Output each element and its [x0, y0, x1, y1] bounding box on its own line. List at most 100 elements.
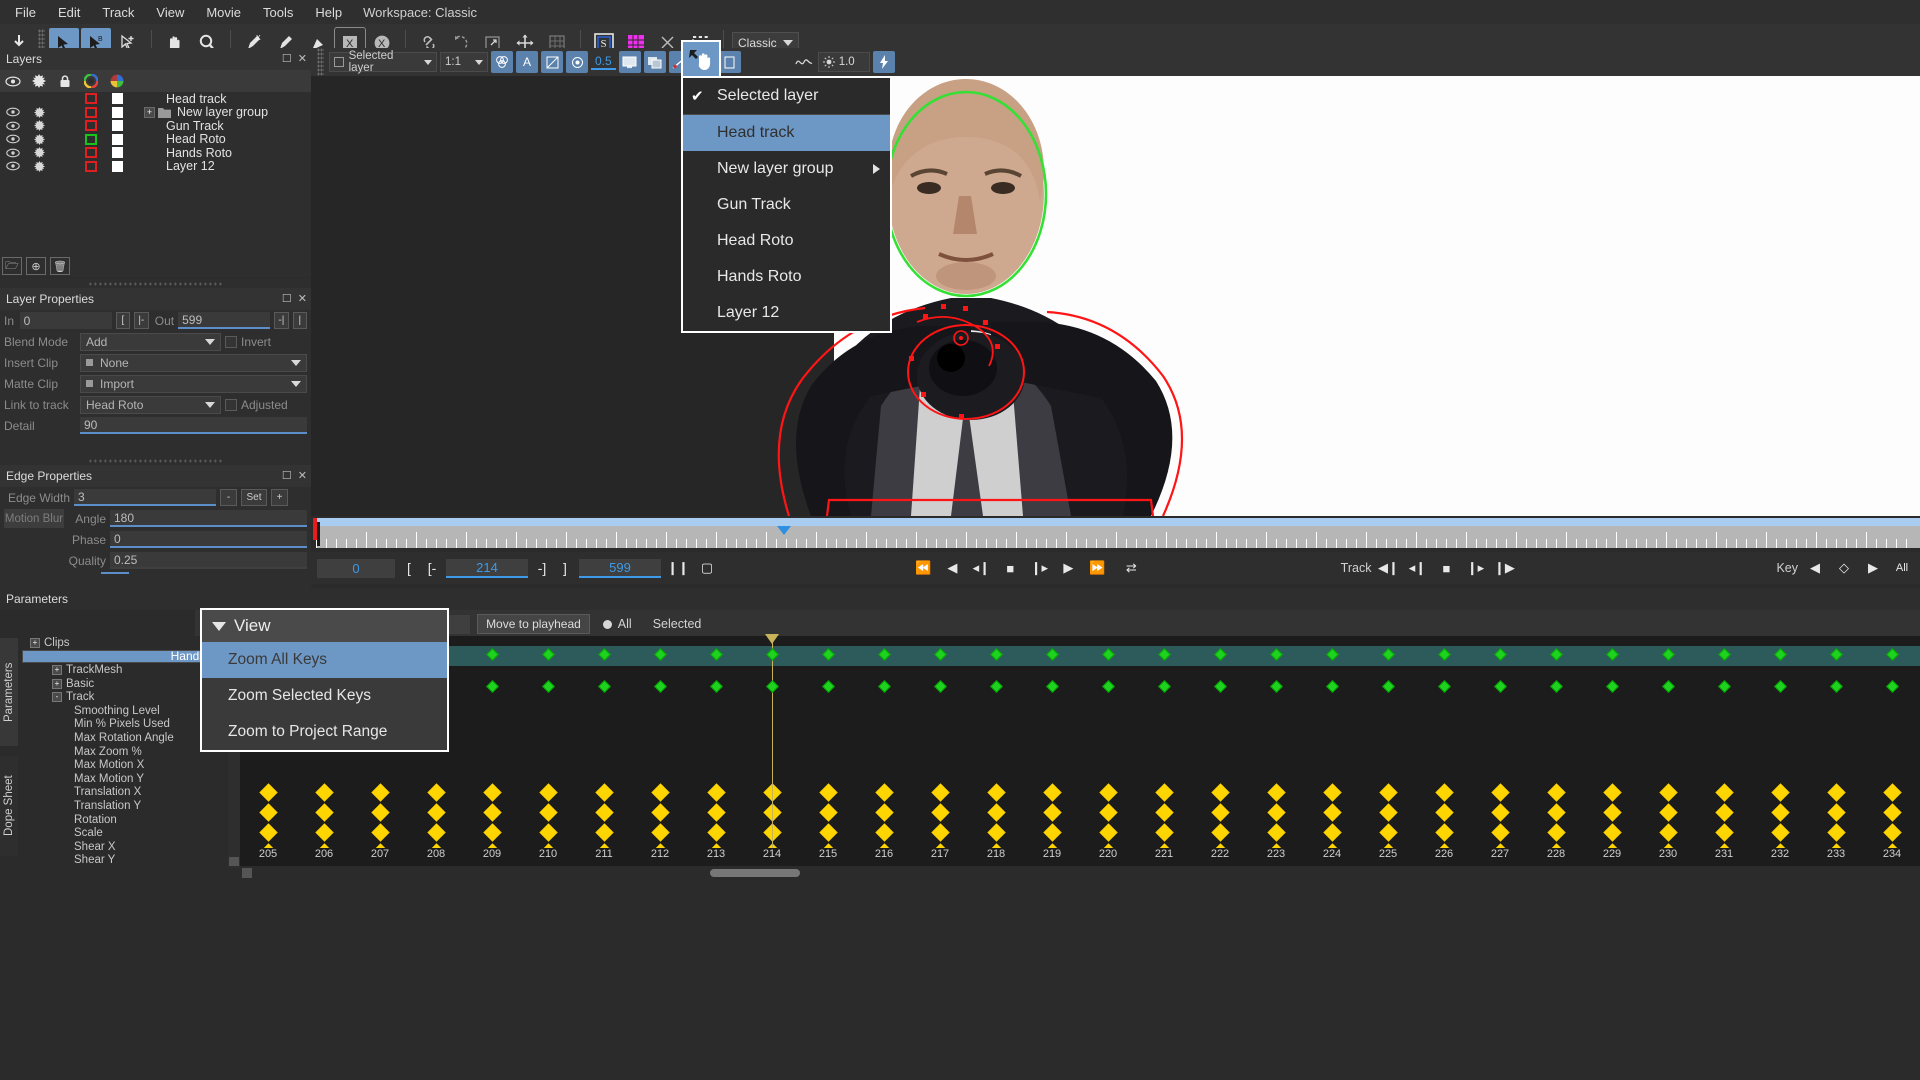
set-in-icon[interactable]: [ [115, 312, 131, 329]
track-back-icon[interactable]: ◀❙ [1376, 557, 1400, 579]
tree-row[interactable]: Scale [22, 826, 240, 840]
keyframe-diamond-yellow[interactable] [1154, 783, 1174, 802]
keyframe-diamond-yellow[interactable] [370, 803, 390, 822]
in-field[interactable]: 0 [19, 312, 112, 329]
scroll-left-arrow-icon[interactable] [242, 868, 252, 878]
stop-icon[interactable]: ■ [998, 557, 1022, 579]
layer-row[interactable]: Head track [0, 92, 311, 106]
track-step-back-icon[interactable]: ◂❙ [1405, 557, 1429, 579]
range-out-icon[interactable]: ▢ [695, 557, 719, 579]
keyframe-diamond-yellow[interactable] [538, 803, 558, 822]
step-back-icon[interactable]: ◂❙ [969, 557, 993, 579]
dope-horizontal-scrollbar[interactable] [240, 866, 1920, 880]
new-group-icon[interactable]: 🗁 [2, 257, 22, 275]
keyframe-diamond-yellow[interactable] [1210, 803, 1230, 822]
keyframe-diamond-yellow[interactable] [1378, 803, 1398, 822]
new-layer-icon[interactable]: ⊕ [26, 257, 46, 275]
keyframe-diamond-yellow[interactable] [258, 823, 278, 842]
keyframe-diamond-yellow[interactable] [1602, 803, 1622, 822]
keyframe-diamond-yellow[interactable] [314, 783, 334, 802]
keyframe-diamond-yellow[interactable] [874, 783, 894, 802]
tree-toggle-icon[interactable]: + [52, 678, 62, 689]
keyframe-diamond-yellow[interactable] [1826, 823, 1846, 842]
layer-dropdown-menu[interactable]: ✔ Selected layer Head track New layer gr… [681, 76, 892, 333]
field-icon[interactable] [718, 51, 741, 73]
phase-field[interactable]: 0 [110, 531, 307, 548]
layer-color-swatch[interactable] [78, 133, 104, 145]
keyframe-diamond-yellow[interactable] [1210, 783, 1230, 802]
pan-hand-icon[interactable] [681, 40, 721, 78]
last-frame-icon[interactable]: ⏩ [1085, 557, 1109, 579]
menu-item-zoom-selected-keys[interactable]: Zoom Selected Keys [202, 678, 447, 714]
keyframe-diamond-yellow[interactable] [1546, 823, 1566, 842]
detail-field[interactable]: 90 [80, 417, 307, 434]
decrement-icon[interactable]: - [220, 489, 237, 506]
menu-item-file[interactable]: File [4, 2, 47, 23]
lightning-icon[interactable] [872, 51, 895, 73]
keyframe-diamond-yellow[interactable] [314, 803, 334, 822]
set-out-alt-icon[interactable]: | [292, 312, 308, 329]
keyframe-diamond-yellow[interactable] [706, 783, 726, 802]
keyframe-diamond-yellow[interactable] [1322, 803, 1342, 822]
menu-item-gun-track[interactable]: Gun Track [683, 187, 890, 223]
keyframe-diamond-yellow[interactable] [1154, 803, 1174, 822]
menu-item-zoom-all-keys[interactable]: Zoom All Keys [202, 642, 447, 678]
keyframe-diamond-yellow[interactable] [1098, 823, 1118, 842]
dope-playhead[interactable] [772, 636, 773, 868]
key-all-icon[interactable]: All [1890, 557, 1914, 579]
zoom-combo[interactable]: 1:1 [440, 52, 488, 72]
scroll-thumb[interactable] [710, 869, 800, 877]
key-prev-icon[interactable]: ◀ [1803, 557, 1827, 579]
close-icon[interactable]: ✕ [298, 469, 307, 482]
selected-label[interactable]: Selected [653, 617, 702, 631]
tree-row[interactable]: Max Motion X [22, 758, 240, 772]
increment-icon[interactable]: + [271, 489, 288, 506]
eye-icon[interactable] [0, 161, 26, 171]
play-backward-icon[interactable]: ◀ [940, 557, 964, 579]
monitor-icon[interactable] [618, 51, 641, 73]
keyframe-diamond-yellow[interactable] [482, 823, 502, 842]
keyframe-diamond-yellow[interactable] [1434, 823, 1454, 842]
key-next-icon[interactable]: ▶ [1861, 557, 1885, 579]
range-in-icon[interactable]: ❙❙ [666, 557, 690, 579]
keyframe-diamond-yellow[interactable] [1770, 783, 1790, 802]
tree-toggle-icon[interactable]: + [30, 637, 40, 648]
layer-row[interactable]: Hands Roto [0, 146, 311, 160]
keyframe-diamond-yellow[interactable] [986, 783, 1006, 802]
current-frame-field[interactable]: 0 [317, 558, 395, 578]
menu-item-track[interactable]: Track [91, 2, 145, 23]
gear-icon[interactable] [26, 106, 52, 118]
keyframe-diamond-yellow[interactable] [594, 803, 614, 822]
keyframe-diamond-yellow[interactable] [1154, 823, 1174, 842]
panel-drag-dots[interactable] [87, 280, 224, 288]
keyframe-diamond-yellow[interactable] [1602, 783, 1622, 802]
keyframe-diamond-yellow[interactable] [986, 803, 1006, 822]
menu-item-hands-roto[interactable]: Hands Roto [683, 259, 890, 295]
tree-row[interactable]: Shear X [22, 840, 240, 854]
tree-row[interactable]: Translation X [22, 786, 240, 800]
keyframe-diamond-yellow[interactable] [1322, 823, 1342, 842]
alpha-a-icon[interactable]: A [516, 51, 538, 73]
gear-icon[interactable] [26, 120, 52, 132]
keyframe-diamond-yellow[interactable] [650, 783, 670, 802]
compare-icon[interactable] [643, 51, 666, 73]
keyframe-diamond-yellow[interactable] [1770, 823, 1790, 842]
close-icon[interactable]: ✕ [298, 52, 307, 65]
menu-item-selected-layer[interactable]: ✔ Selected layer [683, 78, 890, 114]
tree-row[interactable]: Rotation [22, 813, 240, 827]
set-out-icon[interactable]: -| [274, 312, 289, 329]
move-to-playhead-button[interactable]: Move to playhead [477, 614, 590, 634]
set-in-bracket-icon[interactable]: [ [400, 560, 418, 576]
out-point-field[interactable]: 599 [579, 558, 661, 578]
keyframe-diamond-yellow[interactable] [1546, 803, 1566, 822]
keyframe-diamond-yellow[interactable] [1266, 783, 1286, 802]
layer-color-swatch[interactable] [78, 160, 104, 172]
viewer-canvas[interactable] [311, 76, 1920, 516]
layer-row[interactable]: + New layer group [0, 105, 311, 119]
angle-field[interactable]: 180 [110, 510, 307, 527]
link-to-track-select[interactable]: Head Roto [80, 395, 221, 414]
play-forward-icon[interactable]: ▶ [1056, 557, 1080, 579]
overlay-icon[interactable] [566, 51, 588, 73]
layer-row[interactable]: Layer 12 [0, 159, 311, 173]
channels-icon[interactable] [491, 51, 513, 73]
